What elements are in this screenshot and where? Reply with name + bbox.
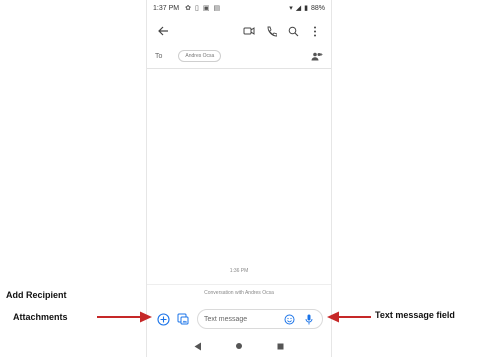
image-icon: ▣ [202, 5, 210, 12]
search-icon[interactable] [285, 23, 301, 39]
attachments-annotation: Attachments [13, 312, 68, 322]
phone-screen: 1:37 PM ✿ ▯ ▣ ▤ ▾ ◢ ▮ 88% To Andres Ocsa… [146, 0, 332, 357]
message-icon: ▤ [213, 5, 221, 12]
status-bar: 1:37 PM ✿ ▯ ▣ ▤ ▾ ◢ ▮ 88% [147, 0, 331, 16]
add-recipient-annotation: Add Recipient [6, 290, 67, 300]
wifi-icon: ▾ [289, 5, 293, 12]
notification-icon: ▯ [194, 5, 199, 12]
nav-back-icon[interactable] [194, 342, 202, 351]
left-arrow-pointer [97, 311, 152, 323]
nav-home-icon[interactable] [235, 342, 243, 350]
phone-icon[interactable] [263, 23, 279, 39]
back-arrow-icon[interactable] [155, 23, 171, 39]
video-call-icon[interactable] [241, 23, 257, 39]
message-timestamp: 1:36 PM [229, 268, 249, 274]
text-message-input[interactable] [204, 315, 280, 323]
notification-icons: ✿ ▯ ▣ ▤ [185, 4, 220, 12]
add-people-icon[interactable] [311, 52, 323, 61]
status-right: ▾ ◢ ▮ 88% [289, 4, 325, 13]
recipient-row: To Andres Ocsa [147, 47, 331, 65]
status-time: 1:37 PM [153, 4, 180, 12]
battery-percent: 88% [310, 4, 325, 12]
emoji-icon[interactable] [282, 312, 296, 326]
add-recipient-icon[interactable] [155, 311, 171, 327]
header-divider [147, 68, 331, 69]
right-arrow-pointer [327, 311, 371, 323]
attachment-icon[interactable] [175, 311, 191, 327]
battery-icon: ▮ [304, 5, 308, 12]
conversation-divider [147, 284, 331, 285]
text-message-field-annotation: Text message field [375, 310, 455, 320]
recipient-chip[interactable]: Andres Ocsa [178, 50, 222, 62]
gear-icon: ✿ [185, 5, 191, 12]
microphone-icon[interactable] [302, 312, 316, 326]
more-vert-icon[interactable] [307, 23, 323, 39]
signal-icon: ◢ [295, 5, 302, 12]
system-nav-bar [147, 337, 331, 355]
app-bar [147, 20, 331, 42]
text-message-field[interactable] [197, 309, 323, 329]
to-label: To [155, 52, 163, 60]
conversation-note: Conversation with Andres Ocsa [204, 290, 274, 296]
compose-bar [147, 307, 331, 331]
nav-recents-icon[interactable] [277, 343, 284, 350]
